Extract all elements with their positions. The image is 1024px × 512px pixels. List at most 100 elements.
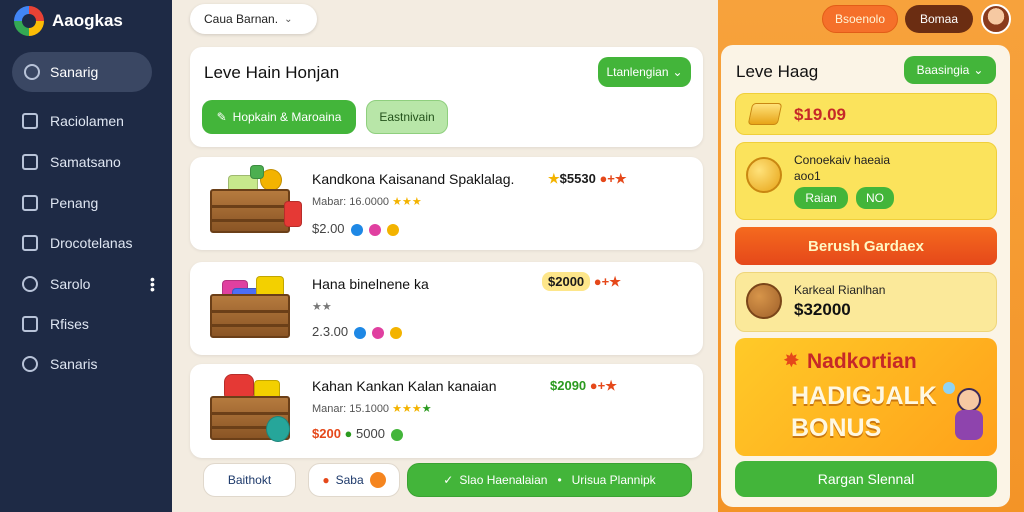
document-icon	[22, 195, 38, 211]
sidebar-item-label: Drocotelanas	[50, 235, 133, 251]
shop-item[interactable]: Hana binelnene ka ★★ 2.3.00 $2000 ●+★	[190, 262, 703, 355]
item-name: Kandkona Kaisanand Spaklalag.	[312, 171, 515, 187]
flame-icon: ●	[593, 274, 602, 289]
reward-row: Karkeal Rianlhan $32000	[735, 272, 997, 332]
sidebar-item-2[interactable]: Samatsano	[22, 151, 121, 173]
sidebar-item-3[interactable]: Penang	[22, 192, 98, 214]
star-icon: ✸	[783, 350, 800, 372]
filter-secondary-label: Eastnivain	[379, 110, 435, 124]
offer-yes-button[interactable]: Raian	[794, 187, 848, 209]
sidebar-item-6[interactable]: Rfises	[22, 313, 89, 335]
shop-panel-header: Leve Hain Honjan Ltanlengian ⌄ ✎ Hopkain…	[190, 47, 703, 147]
filter-secondary-button[interactable]: Eastnivain	[366, 100, 448, 134]
claim-button[interactable]: Rargan Slennal	[735, 461, 997, 497]
rating-stars: ★★★	[392, 196, 422, 208]
toolbar-button-1-label: Baithokt	[227, 473, 272, 487]
sidebar-item-label: Sanaris	[50, 356, 98, 372]
item-sub-text: Mabar: 16.0000	[312, 196, 390, 208]
toolbar-button-2[interactable]: ● Saba	[308, 463, 400, 497]
gem-blue-icon	[350, 223, 363, 236]
sidebar-item-1[interactable]: Raciolamen	[22, 110, 124, 132]
toolbar-button-3-right-label: Urisua Plannipk	[571, 473, 656, 487]
toolbar-button-1[interactable]: Baithokt	[203, 463, 296, 497]
mascot-icon	[943, 382, 991, 448]
plus-star-icon: +★	[597, 378, 617, 393]
offer-row: Conoekaiv haeaia aoo1 Raian NO	[735, 142, 997, 220]
check-icon: ✓	[443, 473, 454, 487]
item-price-tag: $2000 ●+★	[542, 272, 621, 291]
avatar[interactable]	[981, 4, 1011, 34]
gem-green-icon: ●	[344, 426, 353, 441]
item-tag-value: $2090	[550, 378, 587, 393]
item-sub-text: Manar: 15.1000	[312, 403, 390, 415]
star-icon: ★	[548, 171, 560, 186]
app-logo[interactable]: Aaogkas	[14, 6, 123, 36]
crate-icon	[204, 370, 296, 442]
right-dropdown[interactable]: Baasingia ⌄	[904, 56, 996, 84]
item-price-value: $2.00	[312, 221, 345, 236]
orange-coin-icon	[369, 472, 386, 488]
plus-star-icon: +★	[601, 274, 621, 289]
bonus-banner[interactable]: ✸ Nadkortian HADIGJALK BONUS	[735, 338, 997, 456]
item-sub: Mabar: 16.0000 ★★★	[312, 195, 422, 208]
coin-icon	[386, 223, 399, 236]
more-options-icon[interactable]: • • •	[150, 272, 155, 296]
item-sub: Manar: 15.1000 ★★★★	[312, 402, 432, 415]
toolbar-button-3[interactable]: ✓ Slao Haenalaian • Urisua Plannipk	[407, 463, 692, 497]
coins-value: $19.09	[794, 105, 846, 124]
item-price: $2.00	[312, 221, 399, 236]
cookie-icon	[746, 283, 782, 319]
app-logo-icon	[14, 6, 44, 36]
item-price-value: 2.3.00	[312, 324, 349, 339]
offer-sub: aoo1	[794, 169, 821, 183]
flame-icon: ●	[589, 378, 598, 393]
panel-dropdown-label: Ltanlengian	[606, 65, 669, 79]
filter-primary-button[interactable]: ✎ Hopkain & Maroaina	[202, 100, 356, 134]
sidebar-item-active[interactable]: Sanarig	[12, 52, 152, 92]
header-pill-2-label: Bomaa	[919, 12, 959, 26]
plus-star-icon: +★	[607, 171, 627, 186]
shop-item[interactable]: Kahan Kankan Kalan kanaian Manar: 15.100…	[190, 364, 703, 458]
search-input[interactable]: Caua Barnan. ⌄	[190, 4, 317, 34]
app-name: Aaogkas	[52, 11, 123, 30]
coin-icon	[746, 157, 782, 193]
offer-text: Conoekaiv haeaia	[794, 153, 891, 167]
header-pill-1[interactable]: Bsoenolo	[822, 5, 898, 33]
sidebar-item-label: Penang	[50, 195, 99, 211]
chevron-down-icon: ⌄	[672, 65, 683, 79]
item-tag-value: $5530	[559, 171, 596, 186]
bonus-line-3: BONUS	[791, 414, 882, 442]
bonus-line-1: Nadkortian	[807, 350, 917, 373]
banner-button[interactable]: Berush Gardaex	[735, 227, 997, 265]
folder-icon	[22, 235, 38, 251]
sidebar-item-label: Raciolamen	[50, 113, 124, 129]
item-price-value: $200	[312, 426, 341, 441]
reward-label: Karkeal Rianlhan	[794, 283, 886, 297]
list-icon	[22, 113, 38, 129]
search-value: Caua Barnan.	[204, 12, 279, 26]
item-price: 2.3.00	[312, 324, 403, 339]
right-title: Leve Haag	[736, 62, 819, 81]
offer-no-label: NO	[866, 191, 884, 205]
sidebar-item-5[interactable]: Sarolo	[22, 273, 90, 295]
item-tag-value: $2000	[542, 272, 591, 291]
panel-dropdown[interactable]: Ltanlengian ⌄	[598, 57, 691, 87]
crate-icon	[204, 163, 302, 233]
right-dropdown-label: Baasingia	[916, 63, 970, 77]
bonus-line-2: HADIGJALK	[791, 382, 937, 410]
item-name: Hana binelnene ka	[312, 276, 429, 292]
item-price-tag: $2090 ●+★	[550, 378, 617, 394]
offer-no-button[interactable]: NO	[856, 187, 894, 209]
gem-blue-icon	[354, 326, 367, 339]
shop-item[interactable]: Kandkona Kaisanand Spaklalag. Mabar: 16.…	[190, 157, 703, 250]
item-name: Kahan Kankan Kalan kanaian	[312, 378, 497, 394]
sidebar-item-label: Sarolo	[50, 276, 91, 292]
header-pill-2[interactable]: Bomaa	[905, 5, 973, 33]
toolbar-button-3-left-label: Slao Haenalaian	[459, 473, 548, 487]
divider-dot: •	[557, 473, 562, 487]
gem-icon	[390, 428, 403, 441]
sidebar-item-4[interactable]: Drocotelanas	[22, 232, 133, 254]
gem-pink-icon	[368, 223, 381, 236]
sidebar-item-7[interactable]: Sanaris	[22, 353, 97, 375]
item-sub: ★★	[312, 300, 332, 313]
